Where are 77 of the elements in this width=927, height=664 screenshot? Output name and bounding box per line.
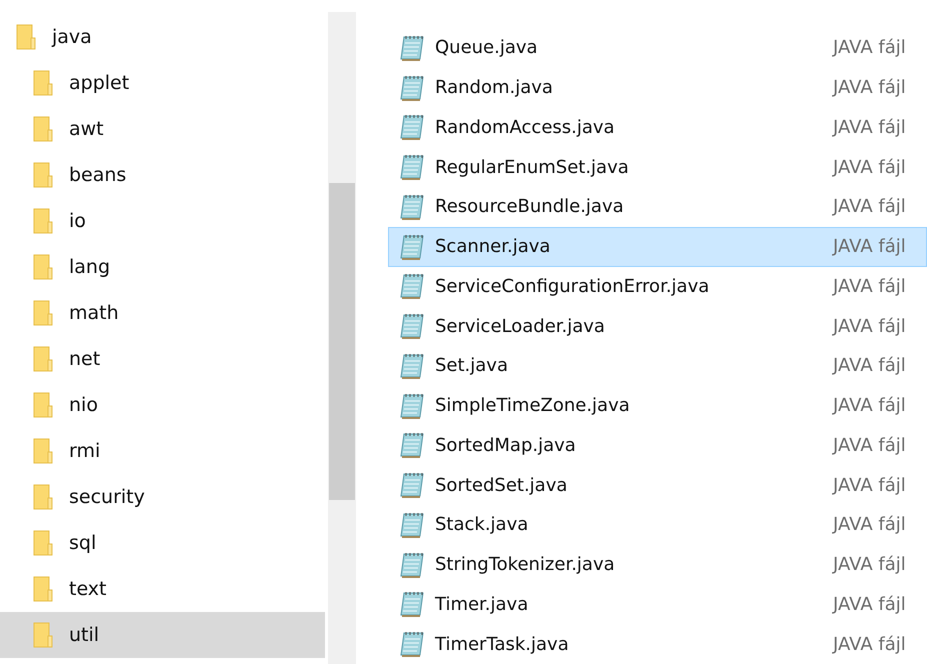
- folder-tree-item[interactable]: applet: [0, 60, 328, 106]
- file-name: RegularEnumSet.java: [435, 156, 630, 178]
- folder-tree-item[interactable]: security: [0, 474, 328, 520]
- file-name: RandomAccess.java: [435, 116, 616, 138]
- file-name: Set.java: [435, 355, 509, 376]
- file-name: TimerTask.java: [435, 634, 570, 655]
- folder-tree-item[interactable]: rmi: [0, 428, 328, 474]
- file-type: JAVA fájl: [833, 37, 906, 58]
- file-name: Scanner.java: [435, 236, 552, 258]
- file-type: JAVA fájl: [833, 634, 906, 655]
- file-type: JAVA fájl: [833, 156, 906, 178]
- file-row[interactable]: ServiceLoader.java JAVA fájl: [388, 306, 927, 346]
- folder-icon: [33, 530, 53, 556]
- folder-icon: [33, 254, 53, 280]
- file-row[interactable]: RandomAccess.java JAVA fájl: [388, 108, 927, 148]
- file-type: JAVA fájl: [833, 77, 906, 98]
- file-name: StringTokenizer.java: [435, 554, 616, 576]
- file-row[interactable]: Set.java JAVA fájl: [388, 346, 927, 386]
- file-type: JAVA fájl: [833, 276, 906, 297]
- file-type: JAVA fájl: [833, 196, 906, 218]
- file-name: SortedSet.java: [435, 474, 568, 496]
- file-type: JAVA fájl: [833, 316, 906, 337]
- folder-icon: [33, 484, 53, 510]
- file-row[interactable]: Queue.java JAVA fájl: [388, 28, 927, 68]
- file-type: JAVA fájl: [833, 116, 906, 138]
- file-name: ServiceLoader.java: [435, 316, 606, 337]
- folder-tree-item[interactable]: net: [0, 336, 328, 382]
- file-type: JAVA fájl: [833, 474, 906, 496]
- file-name: SortedMap.java: [435, 434, 577, 456]
- folder-icon: [33, 208, 53, 234]
- folder-icon: [33, 70, 53, 96]
- file-row[interactable]: ServiceConfigurationError.java JAVA fájl: [388, 266, 927, 306]
- file-name: ResourceBundle.java: [435, 196, 625, 218]
- file-name: Queue.java: [435, 37, 539, 58]
- file-name: ServiceConfigurationError.java: [435, 276, 710, 297]
- file-name: Stack.java: [435, 514, 530, 536]
- folder-tree-item[interactable]: beans: [0, 152, 328, 198]
- folder-tree-item[interactable]: nio: [0, 382, 328, 428]
- file-row[interactable]: Scanner.java JAVA fájl: [388, 226, 927, 266]
- folder-icon: [33, 438, 53, 464]
- folder-icon: [16, 24, 36, 50]
- file-row[interactable]: RegularEnumSet.java JAVA fájl: [388, 147, 927, 187]
- file-type: JAVA fájl: [833, 434, 906, 456]
- file-row[interactable]: SortedSet.java JAVA fájl: [388, 465, 927, 505]
- file-row[interactable]: StringTokenizer.java JAVA fájl: [388, 544, 927, 584]
- folder-icon: [33, 300, 53, 326]
- folder-tree-item[interactable]: lang: [0, 244, 328, 290]
- scrollbar-thumb[interactable]: [329, 183, 355, 500]
- file-type: JAVA fájl: [833, 395, 906, 416]
- folder-tree-item[interactable]: text: [0, 566, 328, 612]
- folder-icon: [33, 392, 53, 418]
- file-row[interactable]: SortedMap.java JAVA fájl: [388, 426, 927, 466]
- file-row[interactable]: TimerTask.java JAVA fájl: [388, 624, 927, 664]
- file-name: SimpleTimeZone.java: [435, 395, 631, 416]
- folder-icon: [33, 162, 53, 188]
- file-type: JAVA fájl: [833, 554, 906, 576]
- file-type: JAVA fájl: [833, 355, 906, 376]
- file-type: JAVA fájl: [833, 594, 906, 615]
- file-row[interactable]: SimpleTimeZone.java JAVA fájl: [388, 386, 927, 426]
- folder-tree-item[interactable]: util: [0, 612, 325, 658]
- folder-icon: [33, 576, 53, 602]
- folder-icon: [33, 622, 53, 648]
- file-name: Random.java: [435, 77, 554, 98]
- file-row[interactable]: ResourceBundle.java JAVA fájl: [388, 187, 927, 227]
- folder-tree-item[interactable]: math: [0, 290, 328, 336]
- file-row[interactable]: Stack.java JAVA fájl: [388, 505, 927, 545]
- folder-tree-item[interactable]: io: [0, 198, 328, 244]
- file-name: Timer.java: [435, 594, 530, 615]
- folder-tree-item[interactable]: awt: [0, 106, 328, 152]
- folder-tree-item[interactable]: sql: [0, 520, 328, 566]
- file-row[interactable]: Timer.java JAVA fájl: [388, 584, 927, 624]
- file-type: JAVA fájl: [833, 236, 906, 258]
- file-type: JAVA fájl: [833, 514, 906, 536]
- folder-icon: [33, 346, 53, 372]
- file-row[interactable]: Random.java JAVA fájl: [388, 68, 927, 108]
- folder-tree-item[interactable]: java: [0, 14, 328, 60]
- folder-icon: [33, 116, 53, 142]
